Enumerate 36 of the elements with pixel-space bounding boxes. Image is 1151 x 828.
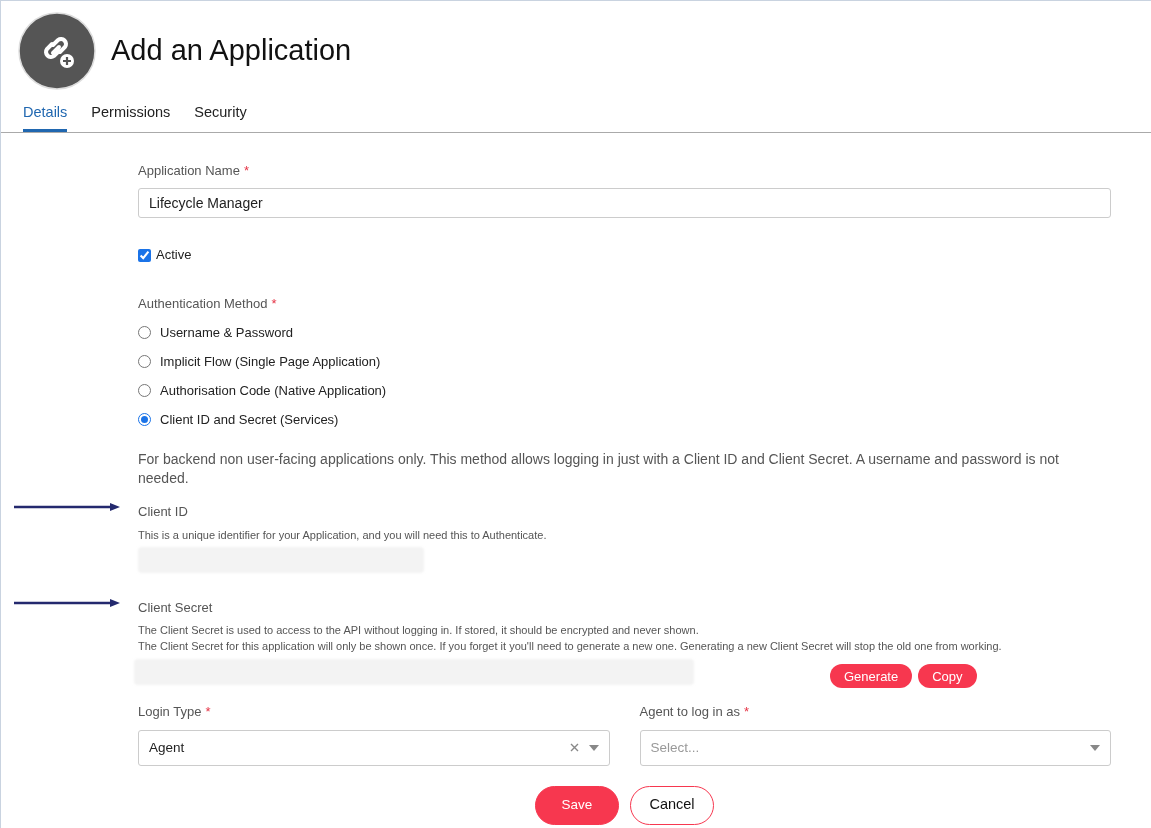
caret-icon [1090, 744, 1100, 751]
tab[interactable]: Security [194, 102, 247, 132]
secret-button[interactable]: Generate [830, 664, 913, 689]
application-name-field[interactable]: Lifecycle Manager [138, 188, 1111, 219]
required-asterisk: * [205, 703, 211, 722]
field-label: Agent to log in as [639, 703, 740, 722]
help-text: The Client Secret for this application will only be shown once. If you forget it you'll need to generate a new one. Generating a new Client Secret will stop the old one from working. [138, 639, 1003, 655]
tab[interactable]: Permissions [91, 102, 171, 132]
field-label: Application Name [138, 161, 240, 180]
field-label: Authentication Method [138, 294, 268, 313]
link-plus-icon [18, 12, 96, 90]
required-asterisk: * [271, 294, 277, 313]
method-description: For backend non user-facing applications only. This method allows logging in just with a Client ID and Client Secret. A username and password is not needed. [138, 450, 1060, 489]
cancel-button[interactable]: Cancel [630, 785, 714, 825]
help-text: The Client Secret is used to access to the API without logging in. If stored, it should be encrypted and never shown. [138, 623, 700, 639]
tab[interactable]: Details [23, 102, 68, 132]
radio-label: Authorisation Code (Native Application) [160, 381, 387, 400]
required-asterisk: * [243, 161, 249, 180]
section-label: Client ID [138, 503, 189, 522]
caret-icon [588, 744, 599, 751]
radio-label: Username & Password [160, 323, 293, 342]
active-checkbox[interactable] [138, 248, 151, 262]
field-label: Login Type [138, 703, 202, 722]
login-type-select[interactable]: Agent [138, 729, 610, 766]
save-button[interactable]: Save [535, 785, 619, 825]
checkbox-label: Active [156, 246, 192, 265]
radio-label: Client ID and Secret (Services) [160, 410, 339, 429]
secret-button[interactable]: Copy [918, 664, 977, 689]
section-label: Client Secret [138, 598, 214, 617]
required-asterisk: * [743, 703, 750, 722]
select-value: Agent [149, 738, 186, 757]
page-title: Add an Application [111, 33, 352, 69]
help-text: This is a unique identifier for your Application, and you will need this to Authenticate. [138, 527, 548, 543]
clear-icon[interactable] [569, 743, 579, 753]
radio-label: Implicit Flow (Single Page Application) [160, 352, 381, 371]
select-placeholder: Select... [650, 738, 701, 757]
